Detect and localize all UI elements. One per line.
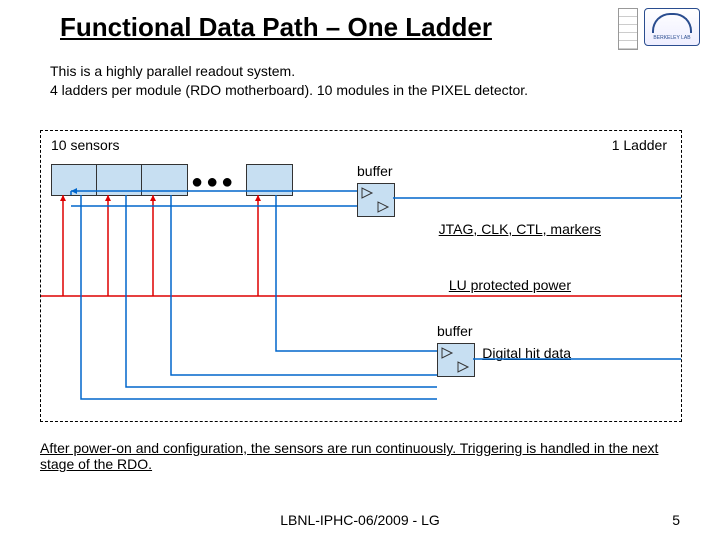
sensor-box	[141, 164, 188, 196]
page-number: 5	[672, 512, 680, 528]
buffer-bottom-label: buffer	[437, 323, 473, 339]
logo-text: BERKELEY LAB	[653, 35, 690, 41]
buffer-top-box	[357, 183, 395, 217]
sensors-count-label: 10 sensors	[51, 137, 119, 153]
ladder-label: 1 Ladder	[612, 137, 667, 153]
ellipsis-icon: ●●●	[191, 171, 236, 194]
berkeley-lab-logo: BERKELEY LAB	[644, 8, 700, 46]
footer-text: LBNL-IPHC-06/2009 - LG	[0, 512, 720, 528]
signals-label: JTAG, CLK, CTL, markers	[439, 221, 601, 237]
power-label: LU protected power	[449, 277, 571, 293]
page-title: Functional Data Path – One Ladder	[60, 12, 492, 43]
sensor-box	[246, 164, 293, 196]
ladder-diagram: 10 sensors 1 Ladder ●●● buffer JTAG, CLK…	[40, 130, 682, 422]
logo-area: BERKELEY LAB	[618, 8, 700, 50]
intro-line-2: 4 ladders per module (RDO motherboard). …	[50, 81, 528, 100]
intro-text: This is a highly parallel readout system…	[50, 62, 528, 100]
data-label: Digital hit data	[482, 345, 571, 361]
tower-icon	[618, 8, 638, 50]
sensor-box	[51, 164, 98, 196]
buffer-top-label: buffer	[357, 163, 393, 179]
slide: Functional Data Path – One Ladder BERKEL…	[0, 0, 720, 540]
intro-line-1: This is a highly parallel readout system…	[50, 62, 528, 81]
buffer-bottom-box	[437, 343, 475, 377]
outro-text: After power-on and configuration, the se…	[40, 440, 680, 472]
sensor-box	[96, 164, 143, 196]
